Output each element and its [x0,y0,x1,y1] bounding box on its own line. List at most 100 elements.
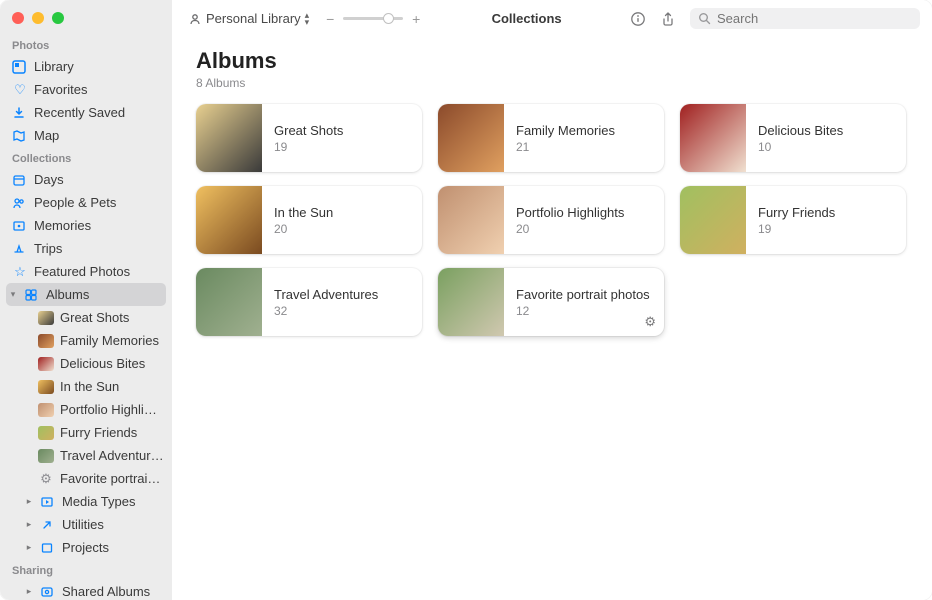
utilities-icon [40,518,56,532]
sidebar-item-trips[interactable]: Trips [0,237,172,260]
zoom-slider-thumb[interactable] [383,13,394,24]
person-icon [188,12,202,26]
album-title: Travel Adventures [274,287,378,302]
sidebar-item-label: Featured Photos [34,263,164,280]
album-thumb-icon [38,449,54,463]
sidebar-item-label: Memories [34,217,164,234]
sidebar-item-label: Trips [34,240,164,257]
sidebar-item-label: Recently Saved [34,104,164,121]
download-icon [12,106,28,120]
album-count: 20 [274,222,333,236]
sidebar-album-family-memories[interactable]: Family Memories [0,329,172,352]
gear-icon: ⚙ [38,470,54,487]
album-thumbnail [196,268,262,336]
album-thumb-icon [38,357,54,371]
sidebar-item-projects[interactable]: ▸ Projects [0,536,172,559]
page-subtitle: 8 Albums [196,76,908,90]
shared-albums-icon [40,585,56,599]
sidebar-album-delicious-bites[interactable]: Delicious Bites [0,352,172,375]
album-card[interactable]: Delicious Bites 10 [680,104,906,172]
info-button[interactable] [630,11,650,27]
sidebar-item-label: Great Shots [60,309,164,326]
album-card[interactable]: In the Sun 20 [196,186,422,254]
content-area: Albums 8 Albums Great Shots 19 Family Me… [172,38,932,346]
sidebar-item-recently-saved[interactable]: Recently Saved [0,101,172,124]
sidebar-item-days[interactable]: Days [0,168,172,191]
zoom-slider-group: − + [323,11,423,27]
minimize-window-button[interactable] [32,12,44,24]
album-count: 19 [758,222,835,236]
sidebar-item-map[interactable]: Map [0,124,172,147]
chevron-right-icon[interactable]: ▸ [24,583,34,600]
sidebar-item-people-pets[interactable]: People & Pets [0,191,172,214]
sidebar: Photos Library ♡ Favorites Recently Save… [0,0,172,600]
library-selector-label: Personal Library [206,11,301,26]
page-title: Albums [196,48,908,74]
sidebar-item-shared-albums[interactable]: ▸ Shared Albums [0,580,172,600]
share-button[interactable] [660,11,680,27]
album-options-button[interactable]: ⚙ [644,314,656,330]
sidebar-album-great-shots[interactable]: Great Shots [0,306,172,329]
album-card[interactable]: Travel Adventures 32 [196,268,422,336]
sidebar-album-portfolio-highlights[interactable]: Portfolio Highlights [0,398,172,421]
sidebar-item-label: In the Sun [60,378,164,395]
fullscreen-window-button[interactable] [52,12,64,24]
library-selector[interactable]: Personal Library ▴▾ [184,9,313,28]
album-title: In the Sun [274,205,333,220]
albums-icon [24,288,40,302]
sidebar-album-travel-adventures[interactable]: Travel Adventures [0,444,172,467]
sidebar-item-label: Furry Friends [60,424,164,441]
sidebar-item-label: Utilities [62,516,164,533]
album-thumbnail [196,104,262,172]
search-icon [698,12,711,25]
library-icon [12,60,28,74]
sidebar-item-label: Library [34,58,164,75]
sidebar-item-utilities[interactable]: ▸ Utilities [0,513,172,536]
album-thumbnail [438,268,504,336]
album-thumbnail [438,186,504,254]
updown-icon: ▴▾ [305,12,310,26]
sidebar-item-albums[interactable]: ▾ Albums [6,283,166,306]
sidebar-item-library[interactable]: Library [0,55,172,78]
toolbar: Personal Library ▴▾ − + Collections [172,0,932,38]
zoom-in-button[interactable]: + [409,11,423,27]
sidebar-item-label: Favorites [34,81,164,98]
sidebar-item-label: Days [34,171,164,188]
album-card[interactable]: Portfolio Highlights 20 [438,186,664,254]
sidebar-item-label: Travel Adventures [60,447,164,464]
chevron-right-icon[interactable]: ▸ [24,516,34,533]
albums-grid: Great Shots 19 Family Memories 21 Delici… [196,104,908,336]
sidebar-item-label: Favorite portrait photos [60,470,164,487]
album-card[interactable]: Family Memories 21 [438,104,664,172]
sidebar-album-favorite-portrait-photos[interactable]: ⚙ Favorite portrait photos [0,467,172,490]
album-count: 12 [516,304,650,318]
zoom-out-button[interactable]: − [323,11,337,27]
album-card[interactable]: Favorite portrait photos 12 ⚙ [438,268,664,336]
close-window-button[interactable] [12,12,24,24]
sidebar-item-label: Albums [46,286,158,303]
sidebar-section-photos: Photos [0,34,172,55]
sidebar-item-memories[interactable]: Memories [0,214,172,237]
album-thumbnail [680,104,746,172]
album-thumbnail [680,186,746,254]
sidebar-album-furry-friends[interactable]: Furry Friends [0,421,172,444]
zoom-slider[interactable] [343,17,403,20]
sidebar-item-media-types[interactable]: ▸ Media Types [0,490,172,513]
search-input[interactable] [717,11,912,26]
chevron-right-icon[interactable]: ▸ [24,493,34,510]
album-count: 19 [274,140,343,154]
people-icon [12,196,28,210]
album-card[interactable]: Furry Friends 19 [680,186,906,254]
search-field[interactable] [690,8,920,29]
sidebar-item-featured-photos[interactable]: ☆ Featured Photos [0,260,172,283]
album-thumb-icon [38,311,54,325]
sidebar-album-in-the-sun[interactable]: In the Sun [0,375,172,398]
album-count: 32 [274,304,378,318]
sidebar-section-collections: Collections [0,147,172,168]
chevron-down-icon[interactable]: ▾ [8,286,18,303]
album-card[interactable]: Great Shots 19 [196,104,422,172]
sidebar-item-favorites[interactable]: ♡ Favorites [0,78,172,101]
trips-icon [12,242,28,256]
album-count: 10 [758,140,843,154]
chevron-right-icon[interactable]: ▸ [24,539,34,556]
